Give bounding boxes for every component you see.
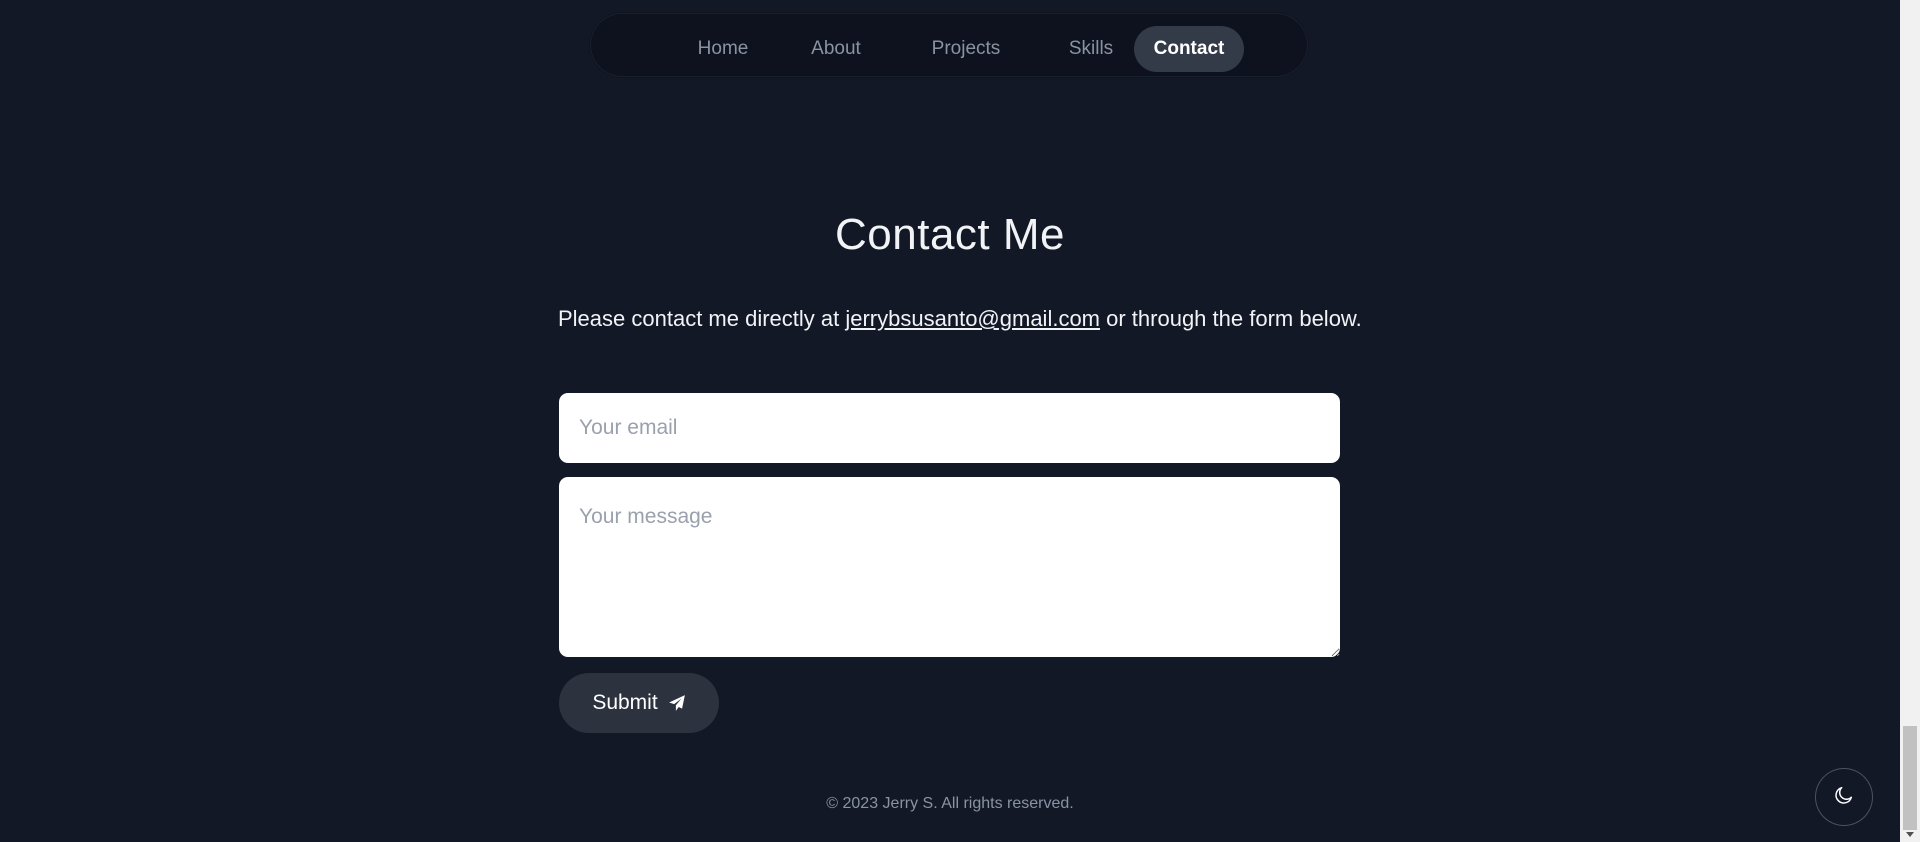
message-field[interactable] [559, 477, 1340, 657]
nav-item-home[interactable]: Home [673, 26, 773, 72]
theme-toggle-button[interactable] [1815, 768, 1873, 826]
top-nav: Home About Projects Skills Contact [590, 13, 1308, 77]
contact-intro: Please contact me directly at jerrybsusa… [558, 306, 1362, 332]
email-link[interactable]: jerrybsusanto@gmail.com [845, 306, 1100, 331]
intro-text-before: Please contact me directly at [558, 306, 846, 331]
email-field[interactable] [559, 393, 1340, 463]
nav-item-projects[interactable]: Projects [901, 26, 1031, 72]
scroll-down-arrow-icon[interactable] [1900, 828, 1920, 842]
footer-copyright: © 2023 Jerry S. All rights reserved. [826, 795, 1074, 812]
paper-plane-icon [668, 694, 686, 712]
page-title: Contact Me [835, 210, 1065, 259]
nav-item-about[interactable]: About [781, 26, 891, 72]
moon-icon [1833, 784, 1855, 811]
submit-label: Submit [592, 691, 658, 714]
nav-item-contact[interactable]: Contact [1134, 26, 1244, 72]
scrollbar-thumb[interactable] [1903, 726, 1917, 830]
submit-button[interactable]: Submit [559, 673, 719, 733]
nav-item-skills[interactable]: Skills [1041, 26, 1141, 72]
page: Home About Projects Skills Contact Conta… [0, 0, 1920, 842]
scrollbar[interactable] [1900, 0, 1920, 842]
intro-text-after: or through the form below. [1100, 306, 1362, 331]
